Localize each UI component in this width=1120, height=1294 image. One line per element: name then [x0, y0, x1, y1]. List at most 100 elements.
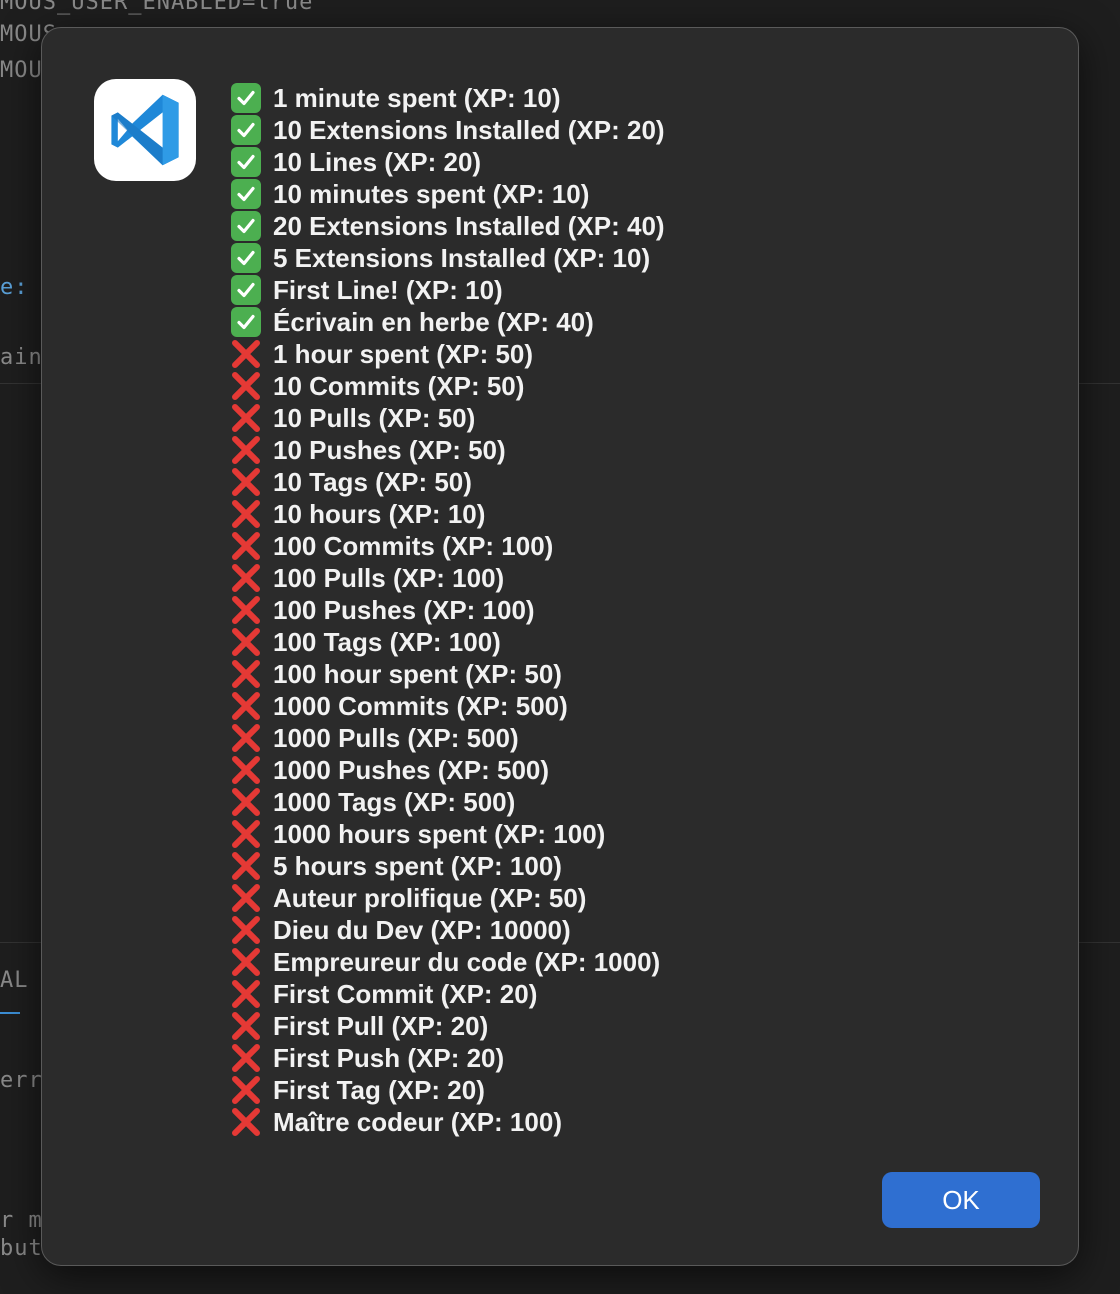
achievement-item: 100 hour spent (XP: 50) [229, 658, 665, 690]
check-mark-icon [229, 146, 263, 178]
check-mark-icon [229, 210, 263, 242]
achievement-label: 100 hour spent (XP: 50) [273, 659, 562, 689]
achievement-item: First Push (XP: 20) [229, 1042, 665, 1074]
achievement-label: 10 Pushes (XP: 50) [273, 435, 506, 465]
achievement-item: 1000 hours spent (XP: 100) [229, 818, 665, 850]
achievement-label: First Push (XP: 20) [273, 1043, 505, 1073]
achievement-item: 10 Pulls (XP: 50) [229, 402, 665, 434]
achievement-label: 10 Extensions Installed (XP: 20) [273, 115, 665, 145]
check-mark-icon [229, 242, 263, 274]
achievement-item: 100 Commits (XP: 100) [229, 530, 665, 562]
cross-mark-icon [229, 1074, 263, 1106]
achievement-label: First Line! (XP: 10) [273, 275, 503, 305]
cross-mark-icon [229, 914, 263, 946]
achievement-label: 1000 Tags (XP: 500) [273, 787, 516, 817]
achievement-item: 100 Pulls (XP: 100) [229, 562, 665, 594]
achievement-item: 10 Lines (XP: 20) [229, 146, 665, 178]
achievement-label: 100 Pushes (XP: 100) [273, 595, 535, 625]
cross-mark-icon [229, 658, 263, 690]
cross-mark-icon [229, 786, 263, 818]
cross-mark-icon [229, 978, 263, 1010]
cross-mark-icon [229, 690, 263, 722]
achievement-label: 10 Commits (XP: 50) [273, 371, 525, 401]
ok-button[interactable]: OK [882, 1172, 1040, 1228]
cross-mark-icon [229, 498, 263, 530]
achievement-item: 10 hours (XP: 10) [229, 498, 665, 530]
check-mark-icon [229, 306, 263, 338]
achievement-item: 5 hours spent (XP: 100) [229, 850, 665, 882]
background-code-line: e: [0, 275, 29, 300]
cross-mark-icon [229, 946, 263, 978]
cross-mark-icon [229, 530, 263, 562]
achievement-item: First Line! (XP: 10) [229, 274, 665, 306]
cross-mark-icon [229, 402, 263, 434]
check-mark-icon [229, 274, 263, 306]
cross-mark-icon [229, 1010, 263, 1042]
achievement-label: 10 Lines (XP: 20) [273, 147, 482, 177]
achievement-item: Maître codeur (XP: 100) [229, 1106, 665, 1138]
background-code-line: MOUS_USER_ENABLED=true [0, 0, 314, 15]
achievement-item: 10 Extensions Installed (XP: 20) [229, 114, 665, 146]
background-code-line: but [0, 1236, 43, 1261]
vscode-logo-icon [111, 94, 179, 166]
achievement-label: 20 Extensions Installed (XP: 40) [273, 211, 665, 241]
achievement-label: 10 minutes spent (XP: 10) [273, 179, 590, 209]
cross-mark-icon [229, 338, 263, 370]
check-mark-icon [229, 114, 263, 146]
achievement-item: First Pull (XP: 20) [229, 1010, 665, 1042]
achievement-item: 1000 Tags (XP: 500) [229, 786, 665, 818]
achievement-label: 10 hours (XP: 10) [273, 499, 486, 529]
achievement-item: 5 Extensions Installed (XP: 10) [229, 242, 665, 274]
achievement-item: 1 hour spent (XP: 50) [229, 338, 665, 370]
achievement-item: 1 minute spent (XP: 10) [229, 82, 665, 114]
achievement-label: First Commit (XP: 20) [273, 979, 538, 1009]
cross-mark-icon [229, 562, 263, 594]
achievement-label: 100 Tags (XP: 100) [273, 627, 501, 657]
achievement-label: 1000 Commits (XP: 500) [273, 691, 568, 721]
achievement-item: First Commit (XP: 20) [229, 978, 665, 1010]
cross-mark-icon [229, 818, 263, 850]
cross-mark-icon [229, 754, 263, 786]
achievement-item: Auteur prolifique (XP: 50) [229, 882, 665, 914]
achievement-label: Empreureur du code (XP: 1000) [273, 947, 661, 977]
cross-mark-icon [229, 594, 263, 626]
achievement-label: 1000 hours spent (XP: 100) [273, 819, 606, 849]
achievement-item: 10 Commits (XP: 50) [229, 370, 665, 402]
achievement-item: 10 minutes spent (XP: 10) [229, 178, 665, 210]
achievement-label: 100 Commits (XP: 100) [273, 531, 554, 561]
achievement-item: Dieu du Dev (XP: 10000) [229, 914, 665, 946]
achievement-label: 5 hours spent (XP: 100) [273, 851, 562, 881]
achievement-label: 1 minute spent (XP: 10) [273, 83, 561, 113]
achievement-label: 1 hour spent (XP: 50) [273, 339, 534, 369]
achievement-label: First Pull (XP: 20) [273, 1011, 489, 1041]
achievement-item: Écrivain en herbe (XP: 40) [229, 306, 665, 338]
achievement-item: 10 Tags (XP: 50) [229, 466, 665, 498]
achievement-label: 100 Pulls (XP: 100) [273, 563, 505, 593]
achievement-label: First Tag (XP: 20) [273, 1075, 485, 1105]
achievement-item: 100 Pushes (XP: 100) [229, 594, 665, 626]
achievement-item: 1000 Commits (XP: 500) [229, 690, 665, 722]
achievement-label: Auteur prolifique (XP: 50) [273, 883, 587, 913]
achievement-label: Écrivain en herbe (XP: 40) [273, 307, 594, 337]
achievement-label: 1000 Pulls (XP: 500) [273, 723, 519, 753]
achievement-item: 1000 Pulls (XP: 500) [229, 722, 665, 754]
achievement-list: 1 minute spent (XP: 10) 10 Extensions Ins… [229, 82, 665, 1138]
achievement-label: 10 Pulls (XP: 50) [273, 403, 476, 433]
achievement-label: 10 Tags (XP: 50) [273, 467, 472, 497]
cross-mark-icon [229, 434, 263, 466]
check-mark-icon [229, 82, 263, 114]
achievement-item: 20 Extensions Installed (XP: 40) [229, 210, 665, 242]
cross-mark-icon [229, 850, 263, 882]
achievements-dialog: 1 minute spent (XP: 10) 10 Extensions Ins… [41, 27, 1079, 1266]
background-tab-underline [0, 1012, 20, 1014]
check-mark-icon [229, 178, 263, 210]
achievement-label: 1000 Pushes (XP: 500) [273, 755, 550, 785]
cross-mark-icon [229, 626, 263, 658]
cross-mark-icon [229, 1042, 263, 1074]
achievement-item: Empreureur du code (XP: 1000) [229, 946, 665, 978]
background-code-line: AL [0, 968, 29, 993]
cross-mark-icon [229, 1106, 263, 1138]
achievement-item: First Tag (XP: 20) [229, 1074, 665, 1106]
cross-mark-icon [229, 466, 263, 498]
cross-mark-icon [229, 722, 263, 754]
